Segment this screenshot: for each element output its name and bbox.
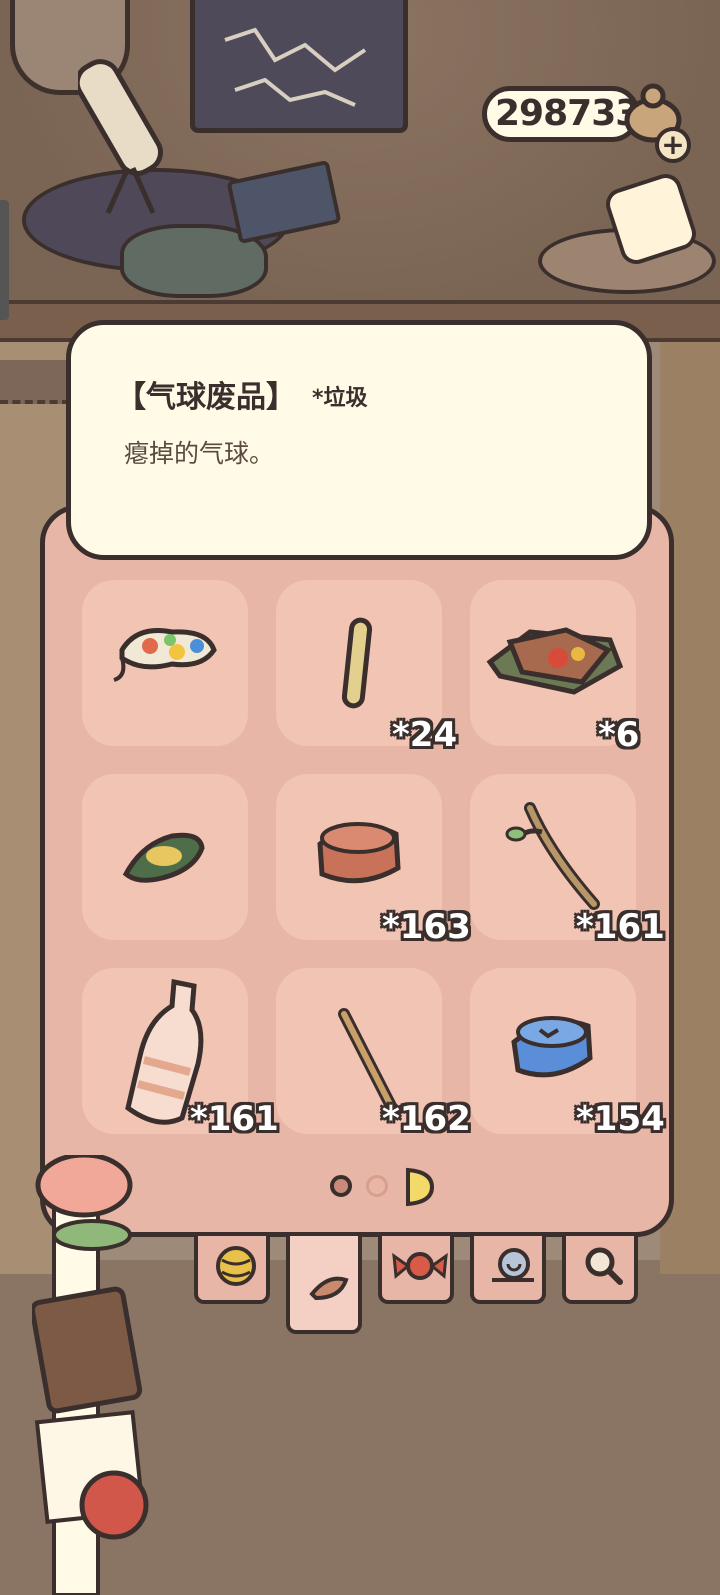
coin-value: 298733 [495,93,640,134]
ball-icon [216,1246,256,1286]
snail-icon [492,1248,534,1282]
page-dot-1[interactable] [330,1175,352,1197]
deflated-balloon-icon [113,628,217,682]
item-name: 【气球废品】 [116,380,296,415]
inventory-slot-1[interactable] [82,580,248,746]
edge-handle[interactable] [0,200,9,320]
plus-icon: + [661,128,685,161]
tab-search[interactable] [562,1236,638,1304]
next-page-icon[interactable] [402,1166,436,1208]
item-description: 瘪掉的气球。 [124,439,275,468]
constellation-poster [190,0,408,133]
tab-food[interactable] [378,1236,454,1304]
item-category: *垃圾 [312,386,368,411]
item-count: *6 [598,715,640,755]
curtain [0,360,70,404]
tab-trash[interactable] [286,1236,362,1334]
item-count: *161 [190,1099,279,1139]
decor-stack [32,1155,149,1595]
leaf-icon [309,1276,349,1301]
leaf-scrap-icon [122,832,205,883]
tab-toys[interactable] [194,1236,270,1304]
tab-creatures[interactable] [470,1236,546,1304]
item-count: *161 [576,907,665,947]
add-coins-button[interactable]: + [655,127,691,163]
candy-icon [392,1252,448,1280]
telescope [78,59,163,215]
item-count: *24 [392,715,458,755]
inventory-slot-4[interactable] [82,774,248,940]
item-count: *163 [382,907,471,947]
item-count: *154 [576,1099,665,1139]
magnifier-icon [585,1247,623,1285]
item-count: *162 [382,1099,471,1139]
page-dot-2[interactable] [366,1175,388,1197]
